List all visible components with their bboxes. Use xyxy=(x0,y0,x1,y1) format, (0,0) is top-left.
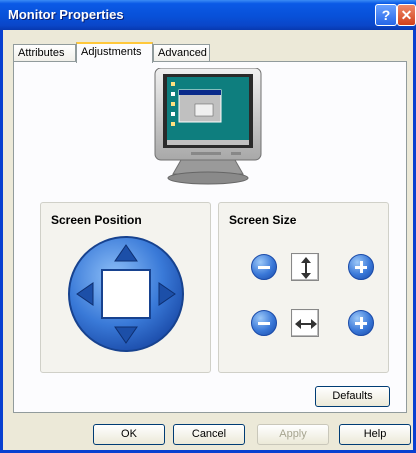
horizontal-size-indicator xyxy=(291,309,319,337)
vertical-size-indicator xyxy=(291,253,319,281)
monitor-properties-window: Monitor Properties ? ✕ Attributes Adjust… xyxy=(0,0,416,453)
vertical-resize-icon xyxy=(301,257,311,279)
window-title: Monitor Properties xyxy=(8,7,124,22)
width-decrease-button[interactable] xyxy=(251,310,277,336)
close-button[interactable]: ✕ xyxy=(397,4,416,26)
help-title-button[interactable]: ? xyxy=(375,4,397,26)
screen-size-group: Screen Size xyxy=(218,202,389,373)
ok-button[interactable]: OK xyxy=(93,424,165,445)
minus-icon xyxy=(258,266,270,269)
horizontal-resize-icon xyxy=(295,319,317,329)
cancel-button[interactable]: Cancel xyxy=(173,424,245,445)
monitor-illustration xyxy=(154,68,262,185)
height-increase-button[interactable] xyxy=(348,254,374,280)
tab-attributes[interactable]: Attributes xyxy=(13,44,76,62)
screen-position-group: Screen Position xyxy=(40,202,211,373)
apply-button[interactable]: Apply xyxy=(257,424,329,445)
adjustments-panel: Screen Position Screen Size Defaults xyxy=(13,61,407,413)
screen-position-label: Screen Position xyxy=(51,213,142,227)
tab-advanced[interactable]: Advanced xyxy=(153,44,210,62)
minus-icon xyxy=(258,322,270,325)
position-pad xyxy=(68,236,184,352)
title-bar[interactable]: Monitor Properties ? ✕ xyxy=(0,0,416,30)
width-increase-button[interactable] xyxy=(348,310,374,336)
screen-size-label: Screen Size xyxy=(229,213,297,227)
height-decrease-button[interactable] xyxy=(251,254,277,280)
tab-adjustments[interactable]: Adjustments xyxy=(76,42,153,63)
defaults-button[interactable]: Defaults xyxy=(315,386,390,407)
help-button[interactable]: Help xyxy=(339,424,411,445)
